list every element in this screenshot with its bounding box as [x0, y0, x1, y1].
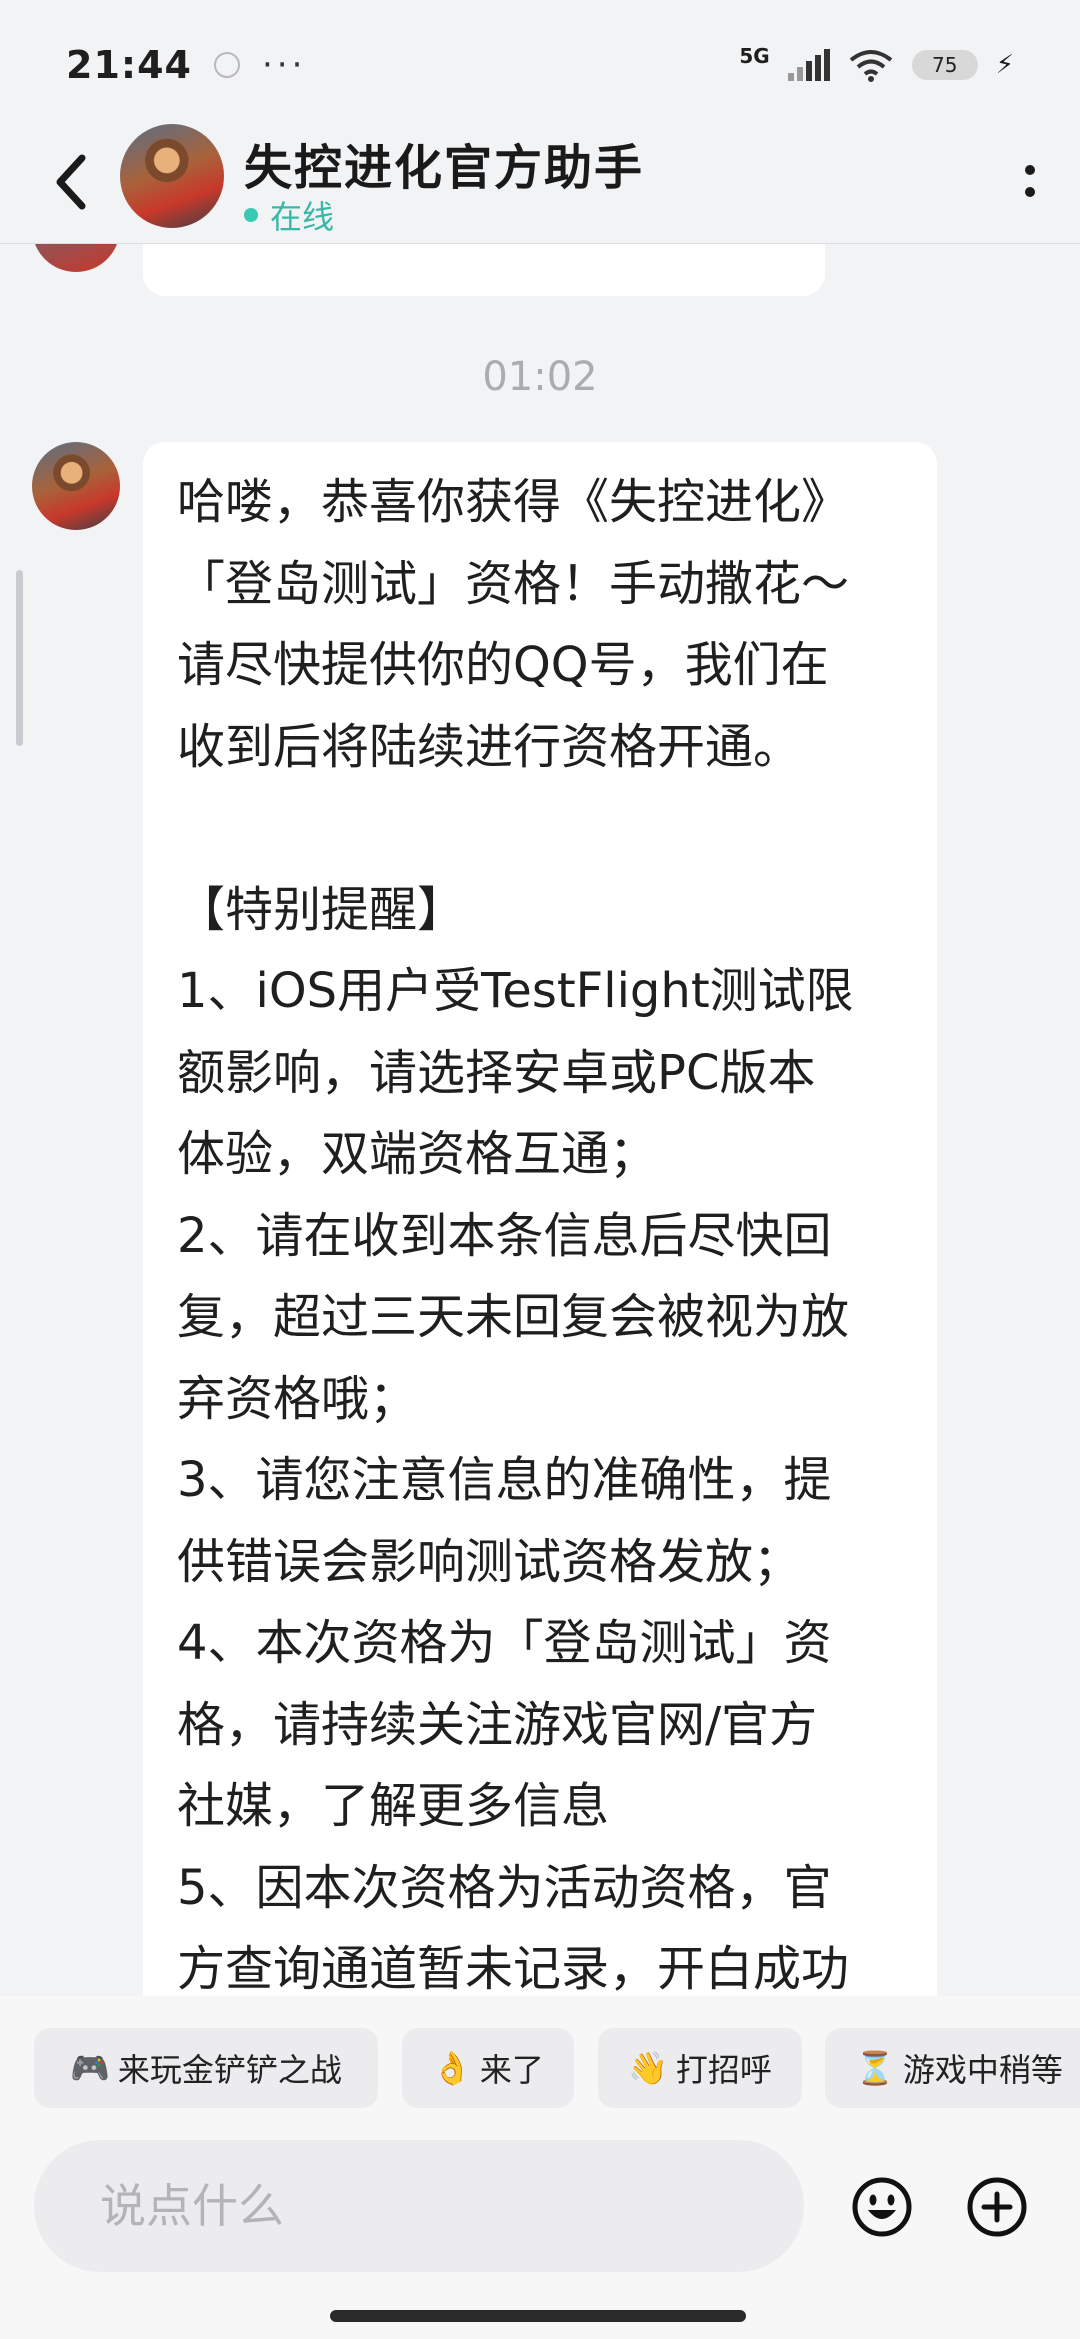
contact-name[interactable]: 失控进化官方助手 — [244, 128, 644, 198]
scroll-indicator — [16, 570, 23, 746]
game-controller-icon: 🎮 — [70, 2049, 110, 2087]
message-line: 体验，双端资格互通； — [177, 1126, 658, 1182]
chat-area[interactable]: 01:02 哈喽，恭喜你获得《失控进化》 「登岛测试」资格！手动撒花～ 请尽快提供你… — [0, 244, 1080, 1996]
status-right: 5G 75 ⚡ — [739, 44, 1014, 82]
message-timestamp: 01:02 — [482, 354, 598, 400]
message-line: 哈喽，恭喜你获得《失控进化》 — [177, 474, 850, 530]
quick-reply-label: 打招呼 — [675, 2051, 772, 2089]
charging-icon: ⚡ — [995, 50, 1014, 80]
input-bar — [0, 2136, 1080, 2339]
chevron-left-icon[interactable] — [52, 152, 88, 212]
message-input[interactable] — [34, 2140, 804, 2272]
status-time: 21:44 — [66, 43, 192, 87]
notification-icon — [213, 52, 240, 78]
quick-reply-label: 游戏中稍等 — [902, 2051, 1063, 2089]
signal-icon — [787, 49, 830, 81]
message-line: 额影响，请选择安卓或PC版本 — [177, 1044, 816, 1101]
message-line — [177, 788, 907, 870]
message-line: 4、本次资格为「登岛测试」资 — [177, 1615, 832, 1671]
message-line: 2、请在收到本条信息后尽快回 — [177, 1207, 832, 1264]
message-line: 1、iOS用户受TestFlight测试限 — [177, 963, 854, 1019]
message-text: 哈喽，恭喜你获得《失控进化》 「登岛测试」资格！手动撒花～ 请尽快提供你的QQ号，我… — [177, 462, 907, 1996]
previous-message-bubble[interactable] — [143, 244, 825, 296]
online-dot-icon — [244, 208, 258, 222]
quick-reply-label: 来玩金铲铲之战 — [117, 2051, 342, 2089]
quick-reply-bar: 🎮 来玩金铲铲之战 👌 来了 👋 打招呼 ⏳ 游戏中稍等 — [0, 1996, 1080, 2136]
message-bubble[interactable]: 哈喽，恭喜你获得《失控进化》 「登岛测试」资格！手动撒花～ 请尽快提供你的QQ号，我… — [143, 442, 937, 1996]
message-line: 弃资格哦； — [177, 1370, 418, 1427]
chat-header: 失控进化官方助手 在线 — [0, 120, 1080, 244]
ok-hand-icon: 👌 — [432, 2049, 472, 2087]
previous-message-avatar[interactable] — [32, 244, 120, 272]
quick-reply-play-game[interactable]: 🎮 来玩金铲铲之战 — [34, 2028, 378, 2108]
quick-reply-coming[interactable]: 👌 来了 — [402, 2028, 574, 2108]
waving-hand-icon: 👋 — [628, 2049, 668, 2087]
more-vertical-icon[interactable] — [1020, 158, 1040, 208]
battery-icon: 75 — [911, 50, 978, 80]
message-line: 请尽快提供你的QQ号，我们在 — [177, 637, 829, 693]
more-notifications-icon: ··· — [261, 45, 307, 85]
smiley-face-icon[interactable] — [851, 2176, 913, 2238]
message-line: 收到后将陆续进行资格开通。 — [177, 718, 802, 775]
message-line: 复，超过三天未回复会被视为放 — [177, 1289, 850, 1345]
message-line: 社媒，了解更多信息 — [177, 1778, 610, 1834]
status-bar: 21:44 ··· 5G 75 ⚡ — [0, 0, 1080, 130]
message-line: 「登岛测试」资格！手动撒花～ — [177, 555, 850, 612]
network-label: 5G — [739, 44, 770, 68]
plus-circle-icon[interactable] — [966, 2176, 1028, 2238]
hourglass-icon: ⏳ — [855, 2049, 895, 2087]
message-line: 方查询通道暂未记录，开白成功 — [177, 1941, 850, 1996]
message-line: 格，请持续关注游戏官网/官方 — [177, 1696, 818, 1753]
message-line: 供错误会影响测试资格发放； — [177, 1533, 802, 1590]
online-status-label: 在线 — [270, 198, 335, 236]
contact-avatar[interactable] — [120, 124, 224, 228]
message-line: 3、请您注意信息的准确性，提 — [177, 1452, 832, 1508]
status-left: 21:44 ··· — [66, 43, 306, 87]
home-indicator[interactable] — [330, 2310, 746, 2322]
wifi-icon — [849, 50, 892, 82]
message-line: 5、因本次资格为活动资格，官 — [177, 1859, 832, 1916]
quick-reply-label: 来了 — [479, 2051, 544, 2089]
online-status: 在线 — [244, 192, 334, 238]
message-avatar[interactable] — [32, 442, 120, 530]
message-line: 【特别提醒】 — [177, 881, 466, 938]
quick-reply-greet[interactable]: 👋 打招呼 — [598, 2028, 802, 2108]
quick-reply-wait[interactable]: ⏳ 游戏中稍等 — [825, 2028, 1080, 2108]
